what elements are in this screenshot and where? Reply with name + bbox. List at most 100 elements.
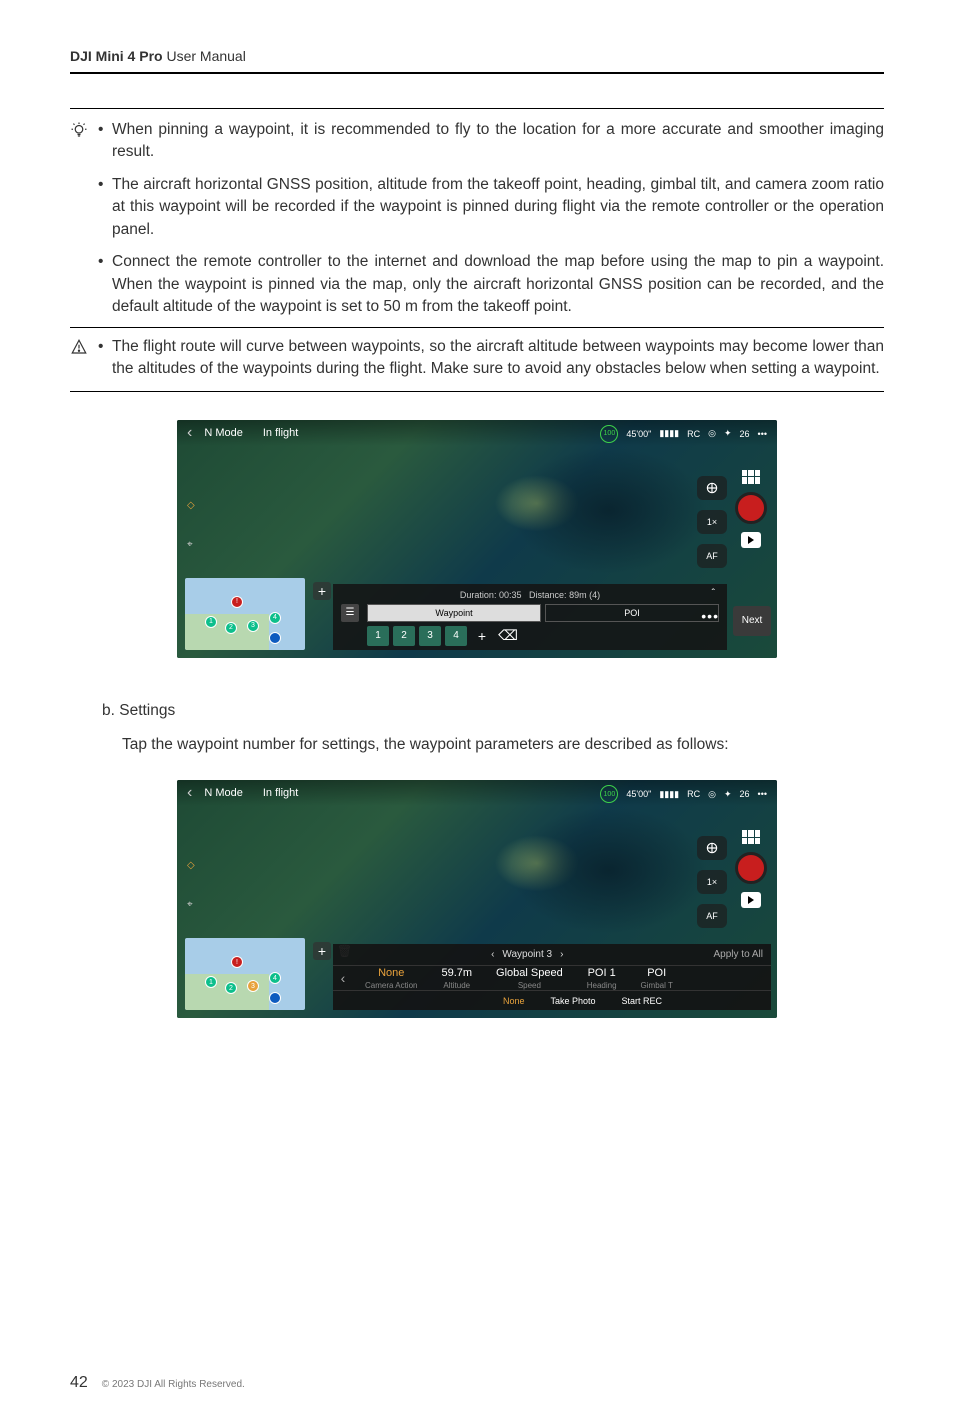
waypoint-number[interactable]: 3 <box>419 626 441 646</box>
tip-text: The aircraft horizontal GNSS position, a… <box>112 174 884 241</box>
speed-icon[interactable]: ⌖ <box>187 899 195 910</box>
more-icon[interactable]: ••• <box>758 429 767 439</box>
playback-icon[interactable] <box>741 532 761 548</box>
tab-waypoint[interactable]: Waypoint <box>367 604 541 622</box>
signal-icon: ▮▮▮▮ <box>659 789 679 800</box>
flight-mode: N Mode <box>204 787 243 799</box>
panel-more-icon[interactable]: ••• <box>701 608 719 624</box>
param-options-row: None Take Photo Start REC <box>333 990 771 1010</box>
drone-marker-icon <box>269 632 281 644</box>
shutter-column <box>731 470 771 548</box>
topbar-right: 100 45'00" ▮▮▮▮ RC ◎ ✦ 26 ••• <box>600 785 767 803</box>
product-name: DJI Mini 4 Pro <box>70 48 163 64</box>
waypoint-number[interactable]: 4 <box>445 626 467 646</box>
shutter-button[interactable] <box>735 492 767 524</box>
param-speed[interactable]: Global SpeedSpeed <box>484 967 575 990</box>
vision-icon: ◎ <box>708 428 716 439</box>
af-button[interactable]: AF <box>697 904 727 928</box>
flight-time: 45'00" <box>626 429 651 439</box>
more-icon[interactable]: ••• <box>758 789 767 799</box>
minimap[interactable]: ! 1 2 3 4 <box>185 578 305 650</box>
add-waypoint-button[interactable]: + <box>471 626 493 646</box>
section-settings: b. Settings Tap the waypoint number for … <box>70 702 884 756</box>
expand-map-button[interactable]: + <box>313 582 331 600</box>
playback-icon[interactable] <box>741 892 761 908</box>
prev-waypoint-icon[interactable]: ‹ <box>491 949 494 960</box>
panel-tabs: ☰ Waypoint POI <box>341 604 719 622</box>
expand-map-button[interactable]: + <box>313 942 331 960</box>
page-number: 42 <box>70 1374 88 1392</box>
battery-icon: 100 <box>600 785 618 803</box>
camera-sidebar: 1× AF <box>697 836 727 928</box>
tip-body: •When pinning a waypoint, it is recommen… <box>98 119 884 319</box>
left-sidebar: ◇ ⌖ <box>187 860 195 910</box>
current-waypoint-label: Waypoint 3 <box>502 949 552 960</box>
zoom-button[interactable]: 1× <box>697 510 727 534</box>
mode-grid-icon[interactable] <box>742 470 760 484</box>
left-sidebar: ◇ ⌖ <box>187 500 195 550</box>
satellite-icon: ✦ <box>724 789 732 800</box>
waypoint-number[interactable]: 2 <box>393 626 415 646</box>
satellite-icon: ✦ <box>724 428 732 439</box>
mode-grid-icon[interactable] <box>742 830 760 844</box>
satellite-count: 26 <box>740 429 750 439</box>
warning-text: The flight route will curve between wayp… <box>112 336 884 381</box>
aperture-button[interactable] <box>697 836 727 860</box>
rc-label: RC <box>687 789 700 799</box>
copyright: © 2023 DJI All Rights Reserved. <box>102 1379 245 1390</box>
waypoint-settings-panel: ‹ Waypoint 3 › Apply to All ‹ NoneCamera… <box>333 944 771 1010</box>
warning-block: •The flight route will curve between way… <box>70 328 884 392</box>
vision-icon: ◎ <box>708 789 716 800</box>
warning-icon <box>70 336 98 381</box>
header-rest: User Manual <box>163 48 246 64</box>
minimap[interactable]: ! 1 2 3 4 <box>185 938 305 1010</box>
waypoint-number[interactable]: 1 <box>367 626 389 646</box>
param-camera-action[interactable]: NoneCamera Action <box>353 967 429 990</box>
param-gimbal[interactable]: POIGimbal T <box>629 967 685 990</box>
param-heading[interactable]: POI 1Heading <box>575 967 629 990</box>
param-altitude[interactable]: 59.7mAltitude <box>429 967 484 990</box>
obstacle-icon[interactable]: ◇ <box>187 500 195 511</box>
param-row: ‹ NoneCamera Action 59.7mAltitude Global… <box>333 966 771 990</box>
tip-block: •When pinning a waypoint, it is recommen… <box>70 108 884 328</box>
af-button[interactable]: AF <box>697 544 727 568</box>
warning-item: •The flight route will curve between way… <box>98 336 884 381</box>
signal-icon: ▮▮▮▮ <box>659 428 679 439</box>
waypoint-panel: ˆ ••• Duration: 00:35 Distance: 89m (4) … <box>333 584 727 650</box>
section-description: Tap the waypoint number for settings, th… <box>102 734 884 756</box>
flight-time: 45'00" <box>626 789 651 799</box>
tab-poi[interactable]: POI <box>545 604 719 622</box>
next-button[interactable]: Next <box>733 606 771 636</box>
back-icon[interactable]: ‹ <box>187 424 192 442</box>
waypoint-list: 1 2 3 4 + ⌫ <box>341 626 719 646</box>
camera-sidebar: 1× AF <box>697 476 727 568</box>
flight-status: In flight <box>263 787 298 799</box>
panel-stats: Duration: 00:35 Distance: 89m (4) <box>341 588 719 604</box>
app-screenshot-waypoint-settings: ‹ N Mode In flight 100 45'00" ▮▮▮▮ RC ◎ … <box>177 780 777 1018</box>
tip-text: Connect the remote controller to the int… <box>112 251 884 318</box>
option-start-rec[interactable]: Start REC <box>622 996 663 1006</box>
speed-icon[interactable]: ⌖ <box>187 539 195 550</box>
apply-to-all-button[interactable]: Apply to All <box>714 949 763 960</box>
section-label: b. Settings <box>102 702 884 720</box>
header-title: DJI Mini 4 Pro User Manual <box>70 48 246 64</box>
page-footer: 42 © 2023 DJI All Rights Reserved. <box>70 1374 245 1392</box>
zoom-button[interactable]: 1× <box>697 870 727 894</box>
back-icon[interactable]: ‹ <box>187 784 192 802</box>
battery-icon: 100 <box>600 425 618 443</box>
waypoint-nav: ‹ Waypoint 3 › <box>491 949 563 960</box>
app-screenshot-waypoint-panel: ‹ N Mode In flight 100 45'00" ▮▮▮▮ RC ◎ … <box>177 420 777 658</box>
collapse-icon[interactable]: ˆ <box>712 588 715 599</box>
next-waypoint-icon[interactable]: › <box>560 949 563 960</box>
list-icon[interactable]: ☰ <box>341 604 359 622</box>
satellite-count: 26 <box>740 789 750 799</box>
shutter-button[interactable] <box>735 852 767 884</box>
tip-item: •When pinning a waypoint, it is recommen… <box>98 119 884 164</box>
warning-body: •The flight route will curve between way… <box>98 336 884 381</box>
option-take-photo[interactable]: Take Photo <box>551 996 596 1006</box>
scroll-left-icon[interactable]: ‹ <box>333 970 353 986</box>
delete-waypoint-button[interactable]: ⌫ <box>497 626 519 646</box>
obstacle-icon[interactable]: ◇ <box>187 860 195 871</box>
option-none[interactable]: None <box>503 996 525 1006</box>
aperture-button[interactable] <box>697 476 727 500</box>
